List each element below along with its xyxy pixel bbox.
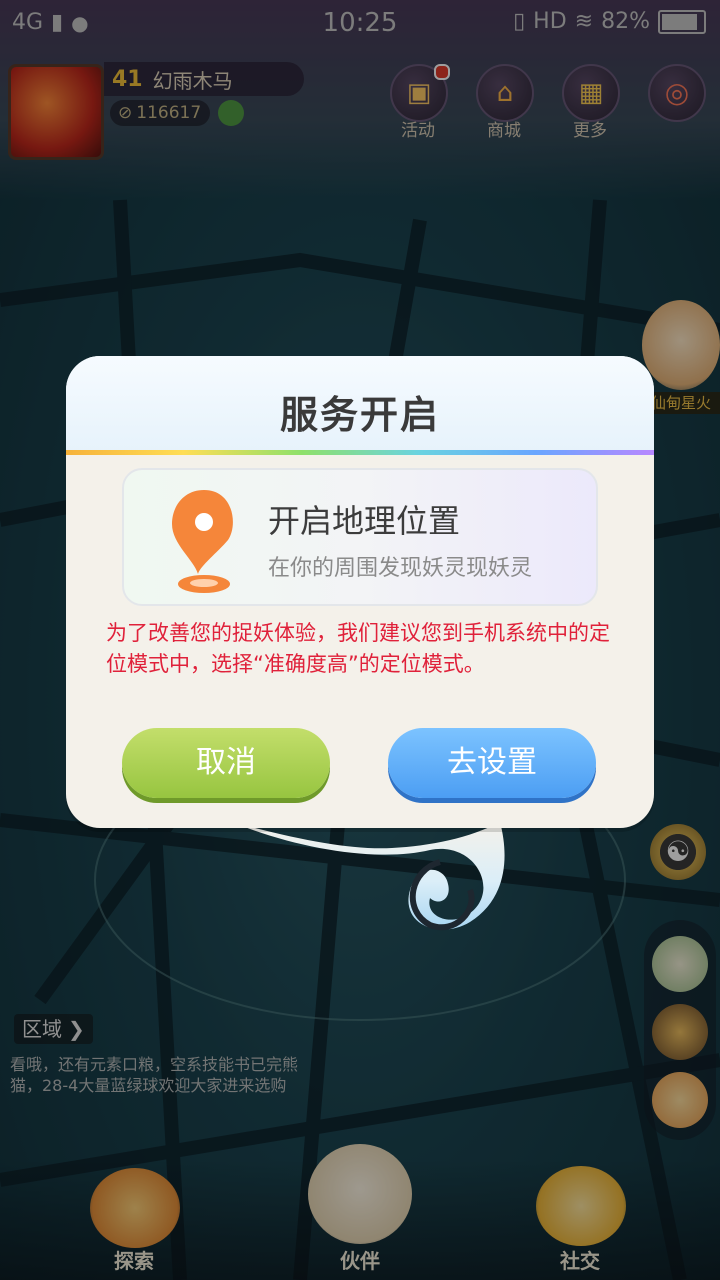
info-subtitle: 在你的周围发现妖灵现妖灵: [268, 556, 533, 581]
location-info-card: 开启地理位置 在你的周围发现妖灵现妖灵: [122, 468, 598, 606]
dialog-title: 服务开启: [279, 393, 440, 437]
header-divider: [66, 450, 654, 455]
notice-text: 为了改善您的捉妖体验，我们建议您到手机系统中的定位模式中，选择“准确度高”的定位…: [106, 621, 610, 676]
info-title: 开启地理位置: [268, 502, 461, 540]
location-service-dialog: 服务开启 开启地理位置 在你的周围发现妖灵现妖灵 为了改善您的捉妖体验，我们建议…: [66, 356, 654, 828]
go-settings-button[interactable]: 去设置: [388, 728, 596, 798]
location-pin-icon: [172, 490, 233, 593]
dialog-card: 服务开启 开启地理位置 在你的周围发现妖灵现妖灵 为了改善您的捉妖体验，我们建议…: [66, 356, 654, 828]
cancel-button[interactable]: 取消: [122, 728, 330, 798]
